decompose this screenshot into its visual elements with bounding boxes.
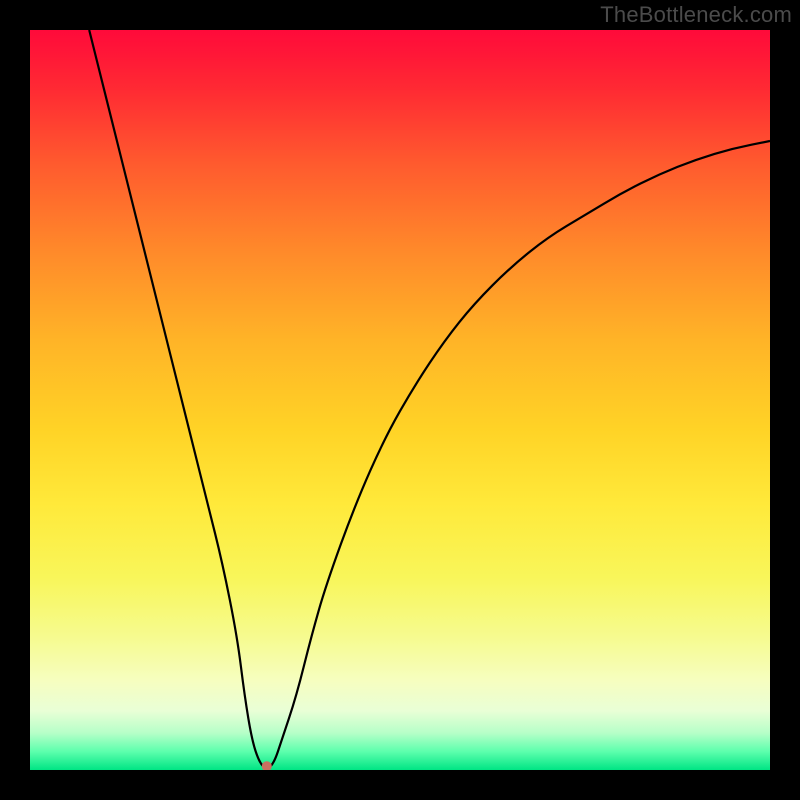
chart-frame: TheBottleneck.com	[0, 0, 800, 800]
plot-area	[30, 30, 770, 770]
curve-minimum-dot	[262, 761, 272, 770]
bottleneck-curve	[30, 30, 770, 770]
watermark-text: TheBottleneck.com	[600, 2, 792, 28]
curve-path	[89, 30, 770, 768]
